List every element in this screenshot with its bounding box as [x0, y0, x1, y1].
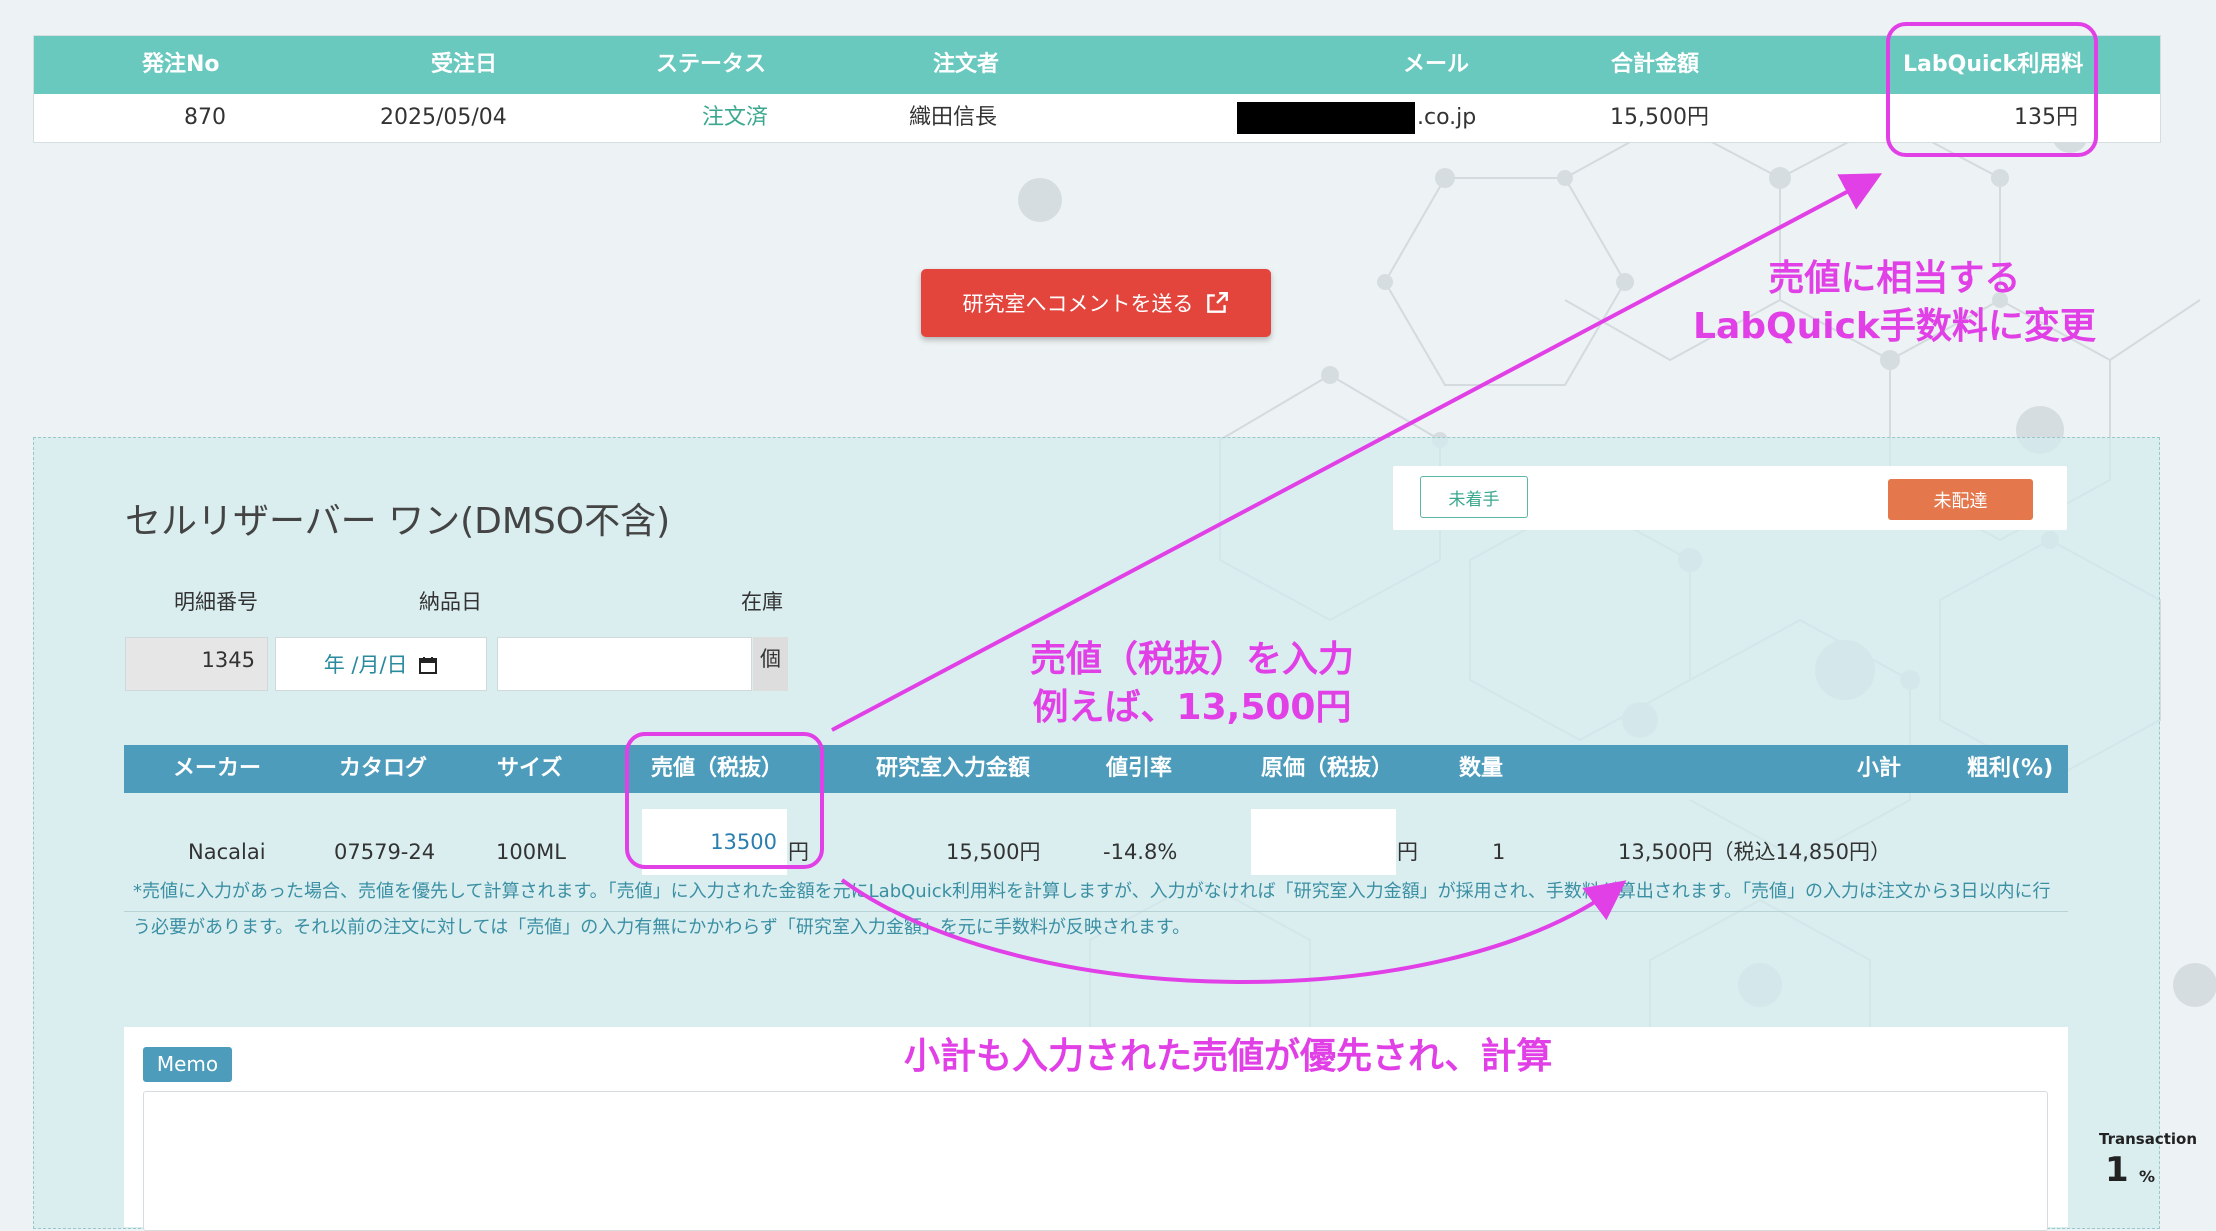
header-lab-amount: 研究室入力金額: [876, 756, 1031, 781]
fee-annotation-line2: LabQuick手数料に変更: [1693, 306, 2096, 347]
detail-no-field: 1345: [125, 637, 268, 691]
header-maker: メーカー: [173, 756, 262, 781]
order-no: 870: [184, 105, 226, 130]
header-total: 合計金額: [1611, 52, 1700, 77]
delivery-date-label: 納品日: [419, 590, 482, 614]
header-gross-margin: 粗利(%): [1967, 756, 2054, 781]
subtotal-annotation: 小計も入力された売値が優先され、計算: [904, 1036, 1553, 1077]
header-received-date: 受注日: [431, 52, 498, 77]
order-table: 発注No 受注日 ステータス 注文者 メール 合計金額 LabQuick利用料 …: [33, 35, 2161, 143]
price-annotation: 売値（税抜）を入力 例えば、13,500円: [1030, 636, 1354, 732]
transaction-unit: %: [2139, 1167, 2156, 1186]
header-cost: 原価（税抜）: [1261, 756, 1394, 781]
header-labquick-fee: LabQuick利用料: [1903, 52, 2084, 77]
undelivered-button[interactable]: 未配達: [1888, 479, 2033, 520]
order-table-header: 発注No 受注日 ステータス 注文者 メール 合計金額 LabQuick利用料: [34, 36, 2160, 94]
send-comment-label: 研究室へコメントを送る: [962, 292, 1194, 316]
header-status: ステータス: [656, 52, 767, 77]
total-amount: 15,500円: [1610, 105, 1709, 130]
product-title: セルリザーバー ワン(DMSO不含): [125, 501, 671, 542]
item-table-header: メーカー カタログ サイズ 売値（税抜） 研究室入力金額 値引率 原価（税抜） …: [124, 745, 2068, 793]
sale-price-input[interactable]: 13500: [642, 809, 787, 875]
redaction-bar: [1237, 102, 1415, 134]
email: .co.jp: [1237, 94, 1476, 142]
email-domain: .co.jp: [1417, 105, 1477, 130]
stock-label: 在庫: [741, 590, 783, 614]
orderer-name: 織田信長: [909, 105, 998, 130]
table-row[interactable]: 870 2025/05/04 注文済 織田信長 .co.jp 15,500円 1…: [34, 94, 2160, 142]
memo-textarea[interactable]: [143, 1091, 2048, 1231]
delivery-date-input[interactable]: 年 /月/日: [275, 637, 487, 691]
header-discount: 値引率: [1106, 756, 1173, 781]
unstarted-button[interactable]: 未着手: [1420, 476, 1528, 518]
fee-annotation: 売値に相当する LabQuick手数料に変更: [1693, 255, 2096, 351]
stock-input[interactable]: [497, 637, 752, 691]
labquick-fee: 135円: [2014, 105, 2078, 130]
header-quantity: 数量: [1459, 756, 1504, 781]
transaction-label: Transaction: [2099, 1130, 2198, 1148]
header-subtotal: 小計: [1857, 756, 1902, 781]
date-placeholder: 年 /月/日: [323, 653, 408, 677]
header-email: メール: [1403, 52, 1470, 77]
stock-unit: 個: [753, 637, 788, 691]
order-status: 注文済: [702, 105, 769, 130]
memo-label: Memo: [143, 1047, 232, 1082]
fee-annotation-line1: 売値に相当する: [1768, 258, 2021, 299]
calendar-icon[interactable]: [418, 655, 438, 675]
price-annotation-line1: 売値（税抜）を入力: [1030, 639, 1355, 680]
header-orderer: 注文者: [933, 52, 1000, 77]
header-order-no: 発注No: [142, 52, 220, 77]
detail-no-label: 明細番号: [174, 590, 258, 614]
cost-input[interactable]: [1251, 809, 1396, 875]
header-size: サイズ: [497, 756, 563, 781]
header-sale-price: 売値（税抜）: [651, 756, 784, 781]
external-link-icon: [1206, 292, 1228, 313]
header-catalog: カタログ: [339, 756, 428, 781]
received-date: 2025/05/04: [380, 105, 507, 130]
pricing-note: *売値に入力があった場合、売値を優先して計算されます。「売値」に入力された金額を…: [133, 881, 2051, 938]
transaction-value: 1: [2105, 1150, 2129, 1190]
send-comment-button[interactable]: 研究室へコメントを送る: [921, 269, 1271, 337]
price-annotation-line2: 例えば、13,500円: [1032, 687, 1352, 728]
